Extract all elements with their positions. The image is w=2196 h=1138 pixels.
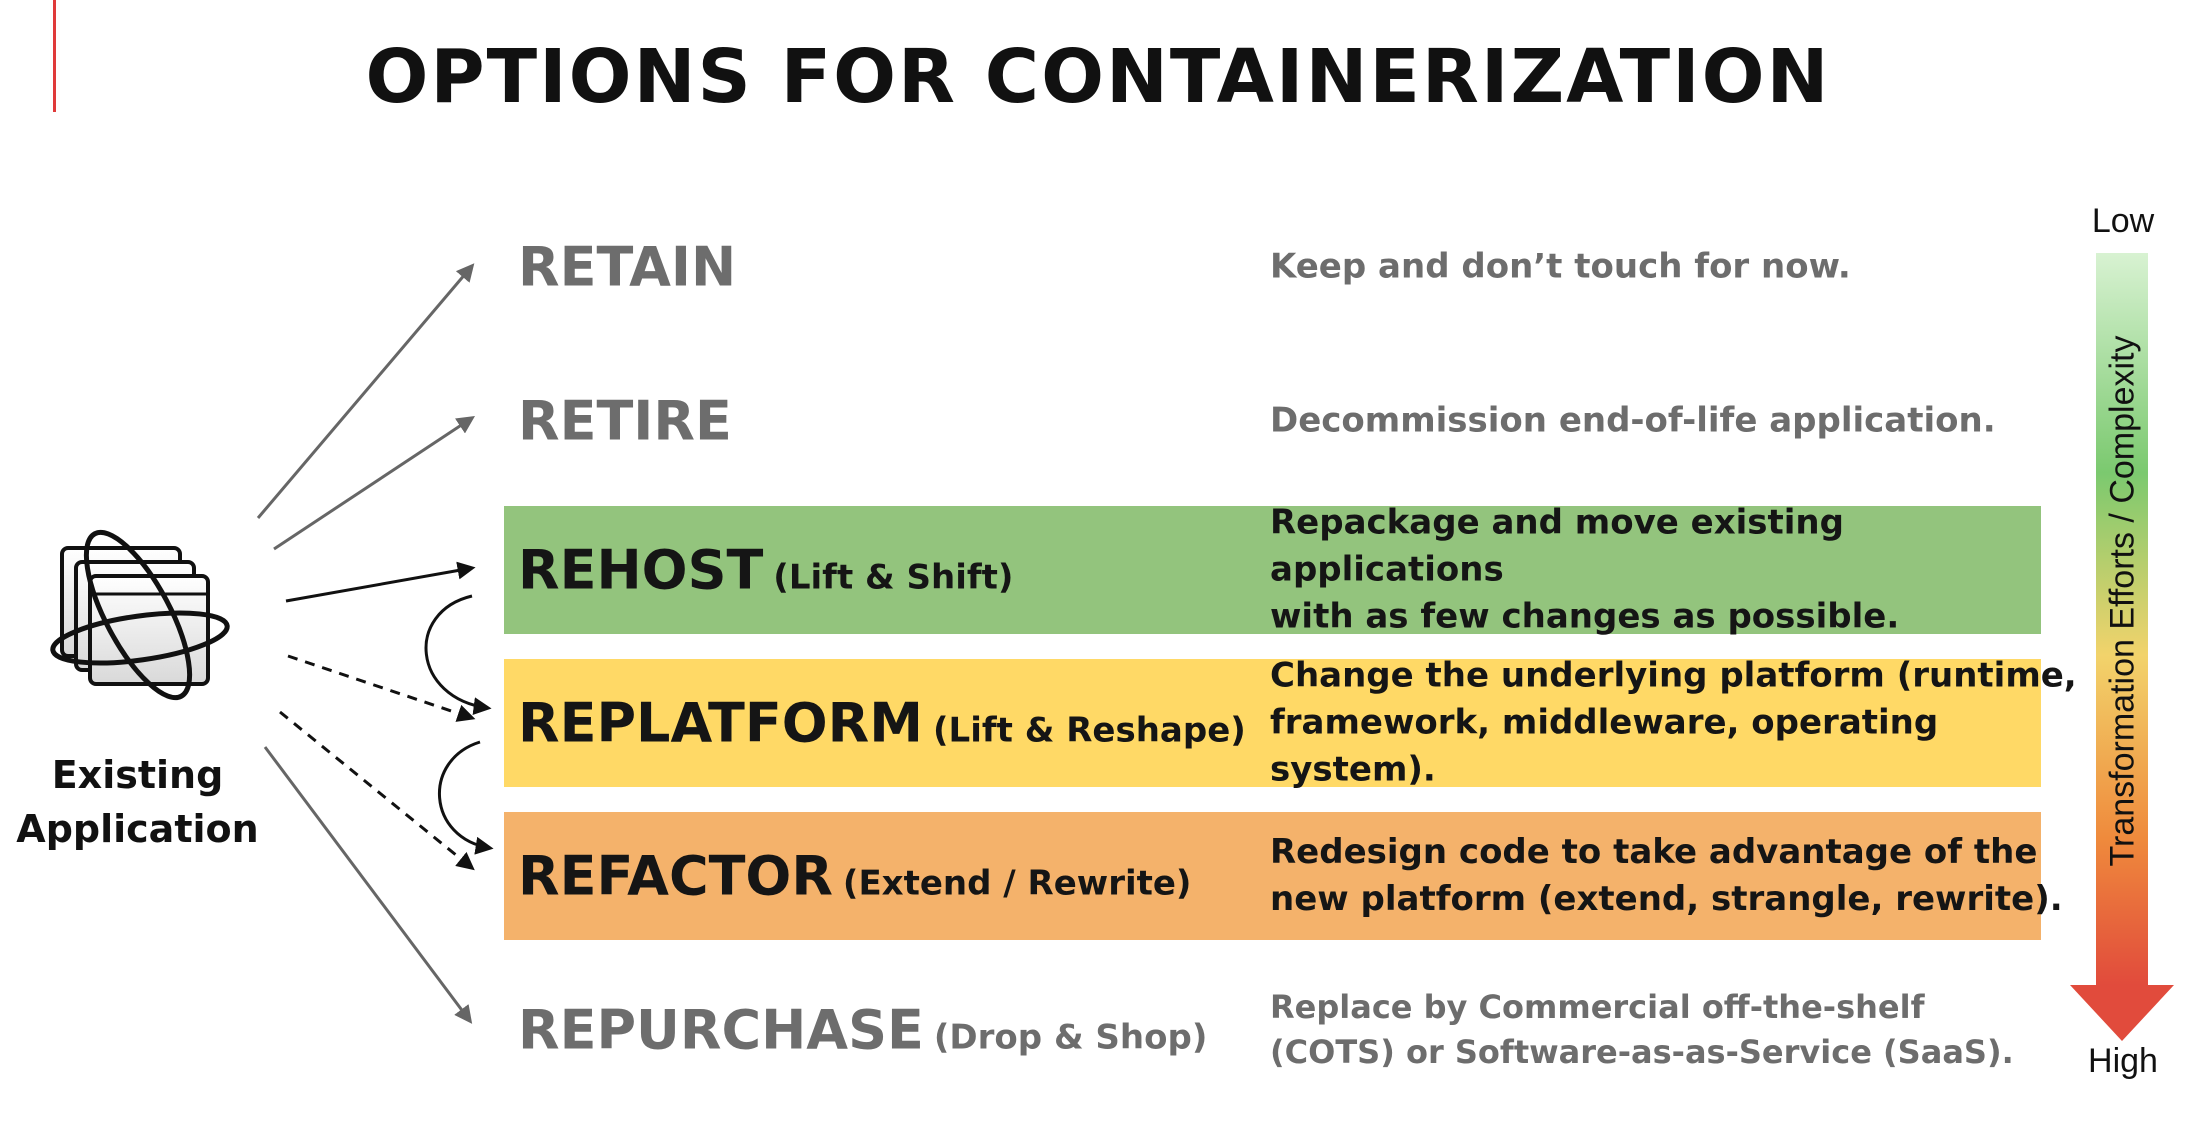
curve-replatform-to-refactor <box>437 740 494 855</box>
scale-axis-label: Transformation Efforts / Complexity <box>2103 335 2142 867</box>
diagram-connectors <box>50 253 2174 1041</box>
arrow-to-refactor <box>279 710 475 871</box>
stacked-windows-orbit-icon <box>50 529 230 701</box>
curve-rehost-to-replatform <box>424 594 492 716</box>
arrow-to-retain <box>256 263 475 519</box>
arrow-to-rehost <box>285 561 476 603</box>
arrow-to-retire <box>273 416 476 551</box>
